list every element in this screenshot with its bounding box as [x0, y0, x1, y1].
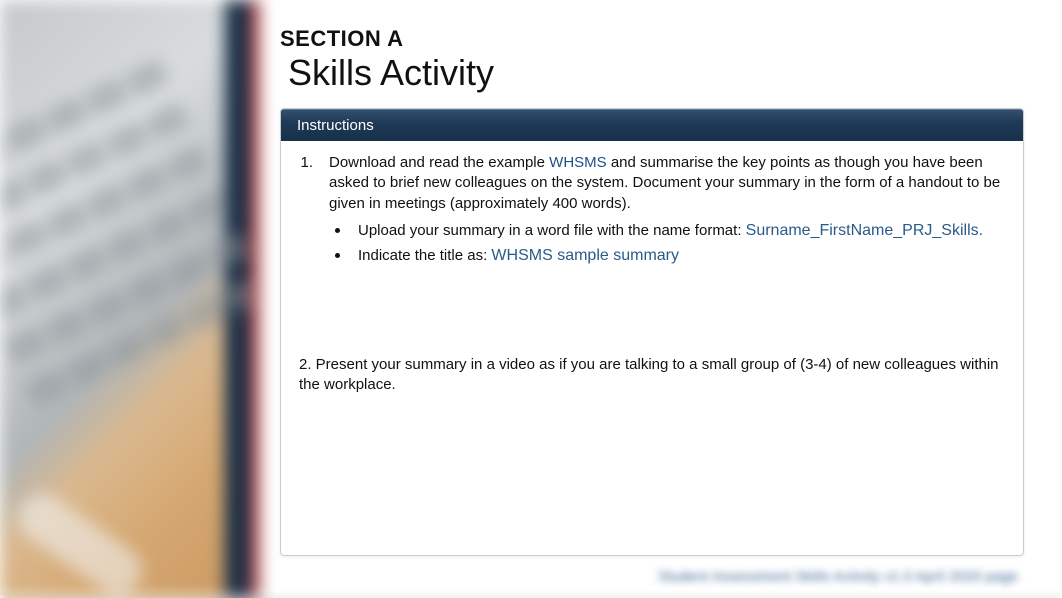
instruction-item-1: 1. Download and read the example WHSMS a… — [299, 153, 1005, 271]
item-1-text-before: Download and read the example — [329, 154, 549, 171]
left-decorative-sidebar — [0, 0, 260, 598]
filename-format: Surname_FirstName_PRJ_Skills. — [746, 222, 983, 239]
footer-blurred-text: Student Assessment Skills Activity v1.0 … — [658, 568, 1018, 584]
instruction-box: Instructions 1. Download and read the ex… — [280, 108, 1024, 556]
item-1-text: Download and read the example WHSMS and … — [329, 153, 1005, 271]
instruction-item-2: 2. Present your summary in a video as if… — [299, 355, 1005, 396]
keyboard-illustration — [0, 58, 260, 422]
instruction-bar-label: Instructions — [281, 109, 1023, 141]
whsms-link[interactable]: WHSMS — [549, 154, 607, 171]
bullet-icon — [335, 253, 340, 258]
pencil-illustration — [9, 484, 151, 598]
instruction-body: 1. Download and read the example WHSMS a… — [281, 141, 1023, 555]
sub-a-prefix: Upload your summary in a word file with … — [358, 222, 746, 239]
item-1-number: 1. — [299, 153, 313, 271]
activity-title: Skills Activity — [288, 52, 1024, 94]
item-1-sublist: Upload your summary in a word file with … — [329, 220, 1005, 267]
sub-item-b: Indicate the title as: WHSMS sample summ… — [329, 245, 1005, 267]
title-value: WHSMS sample summary — [491, 247, 679, 264]
sub-b-prefix: Indicate the title as: — [358, 247, 491, 264]
main-content: SECTION A Skills Activity Instructions 1… — [260, 0, 1062, 598]
sub-item-a: Upload your summary in a word file with … — [329, 220, 1005, 242]
sub-item-a-text: Upload your summary in a word file with … — [358, 220, 1005, 242]
bullet-icon — [335, 228, 340, 233]
page-container: SECTION A Skills Activity Instructions 1… — [0, 0, 1062, 598]
sub-item-b-text: Indicate the title as: WHSMS sample summ… — [358, 245, 1005, 267]
page-bottom-shadow — [0, 590, 1062, 598]
section-label: SECTION A — [280, 26, 1024, 52]
